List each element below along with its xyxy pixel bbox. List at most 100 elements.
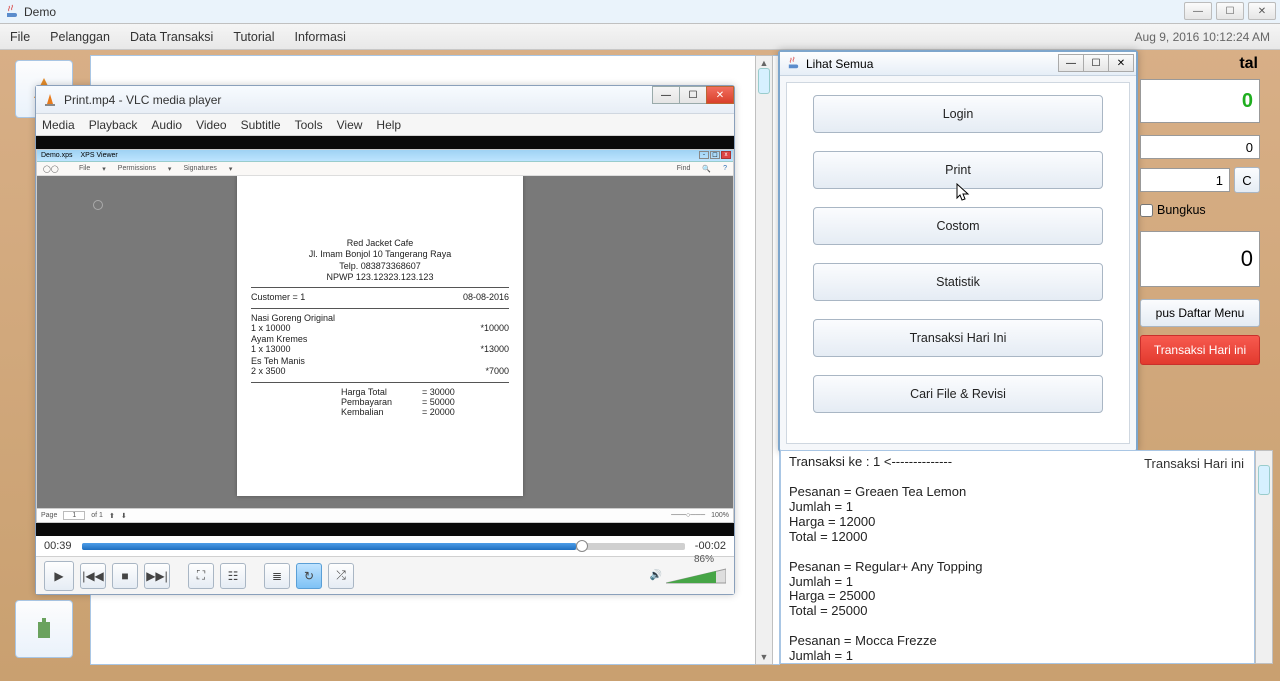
shuffle-button[interactable]: ⤮ <box>328 563 354 589</box>
vlc-minimize-button[interactable]: — <box>652 86 680 104</box>
xps-window-controls: -☐x <box>699 151 731 159</box>
vlc-menu-media[interactable]: Media <box>42 118 75 132</box>
scroll-thumb[interactable] <box>758 68 770 94</box>
transaksi-hari-ini-button[interactable]: Transaksi Hari ini <box>1140 335 1260 365</box>
menu-data-transaksi[interactable]: Data Transaksi <box>130 30 213 44</box>
tx-header-right: Transaksi Hari ini <box>1144 457 1244 472</box>
receipt-name: Red Jacket Cafe <box>251 238 509 249</box>
speaker-icon[interactable]: 🔊 <box>650 570 662 581</box>
ls-login-button[interactable]: Login <box>813 95 1103 133</box>
ls-window-controls: — ☐ ✕ <box>1059 54 1134 72</box>
receipt-line-qty: 2 x 3500 <box>251 366 286 378</box>
receipt-paper: Red Jacket Cafe Jl. Imam Bonjol 10 Tange… <box>237 176 523 496</box>
vlc-menu-tools[interactable]: Tools <box>295 118 323 132</box>
vlc-menu-view[interactable]: View <box>337 118 363 132</box>
payment-box[interactable]: 0 <box>1140 231 1260 287</box>
ls-statistik-button[interactable]: Statistik <box>813 263 1103 301</box>
ls-transaksi-button[interactable]: Transaksi Hari Ini <box>813 319 1103 357</box>
java-icon <box>786 56 801 71</box>
vlc-time-remain: -00:02 <box>695 540 726 552</box>
ls-minimize-button[interactable]: — <box>1058 54 1084 72</box>
xps-tool-file: File <box>79 165 90 172</box>
loop-button[interactable]: ↻ <box>296 563 322 589</box>
ls-costom-button[interactable]: Costom <box>813 207 1103 245</box>
xps-foot-page-lbl: Page <box>41 512 57 519</box>
tx-line: Pesanan = Greaen Tea Lemon <box>789 485 1246 500</box>
ls-cari-file-button[interactable]: Cari File & Revisi <box>813 375 1103 413</box>
vlc-seek-bar[interactable] <box>82 543 685 550</box>
total-display: 0 <box>1140 79 1260 123</box>
tx-line: Pesanan = Mocca Frezze <box>789 634 1246 649</box>
vlc-menu-subtitle[interactable]: Subtitle <box>241 118 281 132</box>
xps-tool-find: Find <box>677 165 691 172</box>
xps-title-app: Demo.xps <box>41 152 73 159</box>
receipt-line-name: Nasi Goreng Original <box>251 313 509 323</box>
vlc-menu-playback[interactable]: Playback <box>89 118 138 132</box>
xps-max-icon: ☐ <box>710 151 720 159</box>
menu-pelanggan[interactable]: Pelanggan <box>50 30 110 44</box>
tx-scrollbar[interactable] <box>1255 450 1273 664</box>
fullscreen-button[interactable]: ⛶ <box>188 563 214 589</box>
vlc-menubar: Media Playback Audio Video Subtitle Tool… <box>36 114 734 136</box>
bungkus-checkbox[interactable] <box>1140 204 1153 217</box>
vlc-time-elapsed: 00:39 <box>44 540 72 552</box>
help-icon: ? <box>723 165 727 172</box>
menu-tutorial[interactable]: Tutorial <box>233 30 274 44</box>
chevron-down-icon: ▾ <box>102 165 106 173</box>
vlc-seek-knob[interactable] <box>576 540 588 552</box>
field-2[interactable]: 1 <box>1140 168 1230 192</box>
bungkus-row[interactable]: Bungkus <box>1140 203 1260 217</box>
arrow-up-icon: ⬆ <box>109 512 115 520</box>
receipt-line-qty: 1 x 13000 <box>251 344 291 356</box>
receipt-pay-label: Pembayaran <box>341 397 416 407</box>
transaction-log[interactable]: Transaksi Hari ini Transaksi ke : 1 <---… <box>780 450 1255 664</box>
clock-text: Aug 9, 2016 10:12:24 AM <box>1135 30 1270 44</box>
tx-line: Jumlah = 1 <box>789 575 1246 590</box>
xps-title-viewer: XPS Viewer <box>81 152 118 159</box>
xps-zoom-slider: ───○─── <box>671 512 705 519</box>
total-label: tal <box>1140 55 1260 73</box>
vlc-menu-audio[interactable]: Audio <box>151 118 182 132</box>
field-1[interactable]: 0 <box>1140 135 1260 159</box>
close-button[interactable]: ✕ <box>1248 2 1276 20</box>
menu-informasi[interactable]: Informasi <box>295 30 346 44</box>
scroll-down-icon[interactable]: ▼ <box>756 650 772 664</box>
ls-close-button[interactable]: ✕ <box>1108 54 1134 72</box>
ls-print-button[interactable]: Print <box>813 151 1103 189</box>
vlc-close-button[interactable]: ✕ <box>706 86 734 104</box>
ls-titlebar[interactable]: Lihat Semua — ☐ ✕ <box>780 52 1136 76</box>
vlc-maximize-button[interactable]: ☐ <box>679 86 707 104</box>
volume-percent: 86% <box>694 554 714 565</box>
playlist-button[interactable]: ≣ <box>264 563 290 589</box>
xps-viewer-frame: Demo.xps XPS Viewer -☐x ◯◯ File▾ Permiss… <box>36 149 734 523</box>
chevron-down-icon: ▾ <box>229 165 233 173</box>
next-button[interactable]: ▶▶| <box>144 563 170 589</box>
stop-button[interactable]: ■ <box>112 563 138 589</box>
tx-line: Total = 12000 <box>789 530 1246 545</box>
vlc-cone-icon <box>42 92 58 108</box>
ls-body: Login Print Costom Statistik Transaksi H… <box>786 82 1130 444</box>
menu-file[interactable]: File <box>10 30 30 44</box>
vlc-menu-help[interactable]: Help <box>376 118 401 132</box>
tx-line: Harga = 12000 <box>789 515 1246 530</box>
play-button[interactable]: ▶ <box>44 561 74 591</box>
receipt-totals: Harga Total= 30000 Pembayaran= 50000 Kem… <box>251 387 509 417</box>
vlc-titlebar[interactable]: Print.mp4 - VLC media player — ☐ ✕ <box>36 86 734 114</box>
vlc-menu-video[interactable]: Video <box>196 118 226 132</box>
clear-menu-button[interactable]: pus Daftar Menu <box>1140 299 1260 327</box>
xps-body: Red Jacket Cafe Jl. Imam Bonjol 10 Tange… <box>37 176 733 508</box>
main-scrollbar[interactable]: ▲ ▼ <box>755 55 773 665</box>
maximize-button[interactable]: ☐ <box>1216 2 1244 20</box>
receipt-npwp: NPWP 123.12323.123.123 <box>251 272 509 283</box>
ext-settings-button[interactable]: ☷ <box>220 563 246 589</box>
ls-maximize-button[interactable]: ☐ <box>1083 54 1109 72</box>
vlc-letterbox-top <box>36 136 734 149</box>
receipt-change-value: = 20000 <box>422 407 455 417</box>
clear-c-button[interactable]: C <box>1234 167 1260 193</box>
left-btn-exit[interactable] <box>15 600 73 658</box>
xps-foot-zoom: 100% <box>711 512 729 519</box>
volume-control[interactable]: 🔊 86% <box>650 567 726 585</box>
tx-scroll-thumb[interactable] <box>1258 465 1270 495</box>
minimize-button[interactable]: — <box>1184 2 1212 20</box>
prev-button[interactable]: |◀◀ <box>80 563 106 589</box>
